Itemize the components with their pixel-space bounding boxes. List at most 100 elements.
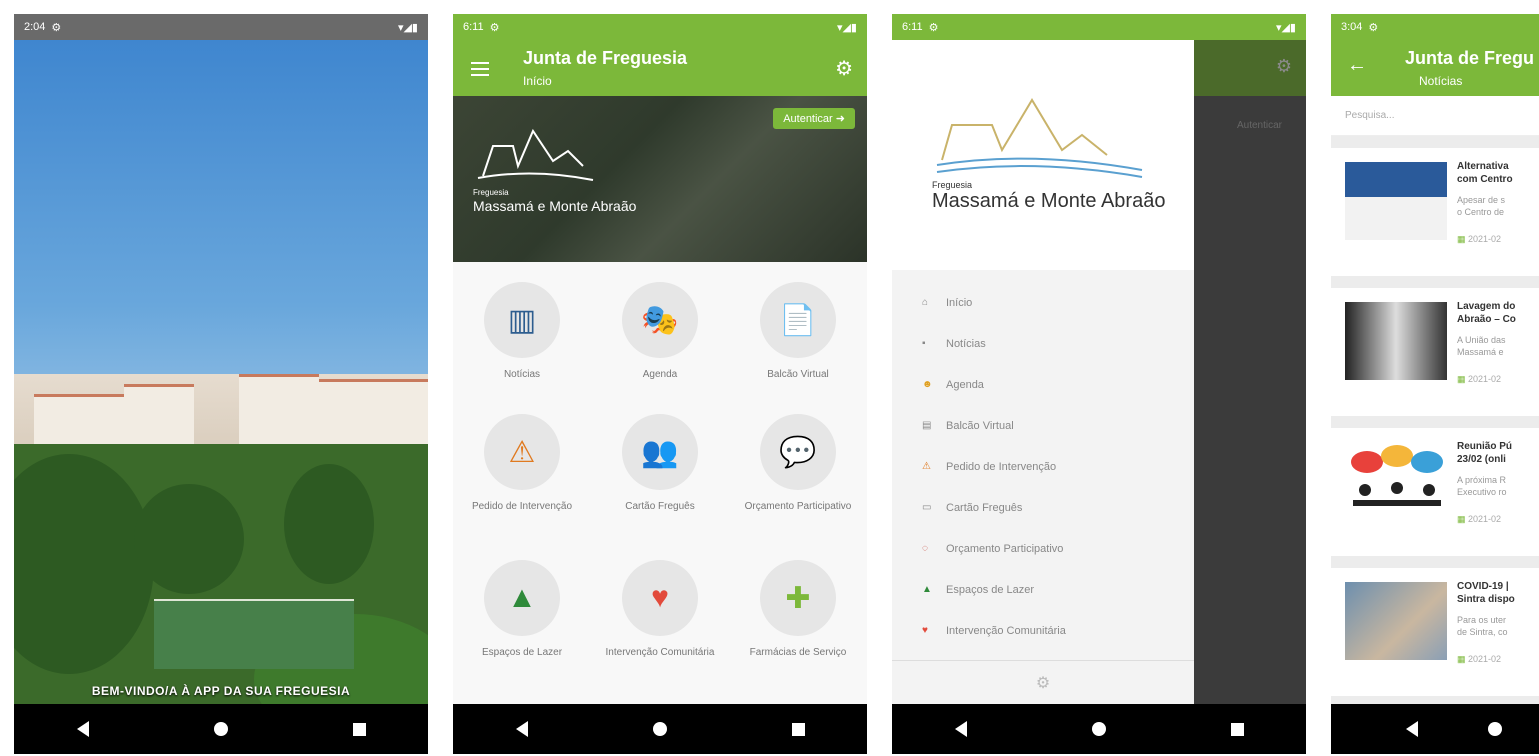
settings-status-icon: ⚙ [489, 21, 500, 34]
news-icon: ▪ [922, 338, 926, 349]
calendar-icon: ▦ [1457, 514, 1466, 524]
menu-item-label: Orçamento Participativo [946, 542, 1064, 555]
status-bar: 6:11 ⚙ ▾◢▮ [892, 14, 1306, 40]
tile-pedido-intervencao[interactable]: ⚠ Pedido de Intervenção [453, 414, 591, 514]
news-card[interactable]: Alternativa com Centro Apesar de s o Cen… [1331, 148, 1539, 276]
news-icon: ▥ [484, 282, 560, 358]
menu-item-label: Cartão Freguês [946, 501, 1023, 514]
tile-balcao-virtual[interactable]: 📄 Balcão Virtual [729, 282, 867, 382]
nav-home-icon[interactable] [213, 722, 228, 736]
dimmed-login-button: Autenticar [1236, 120, 1282, 131]
calendar-icon: ▦ [1457, 374, 1466, 384]
news-date-text: 2021-02 [1468, 654, 1502, 664]
menu-item-label: Notícias [946, 337, 986, 350]
menu-item-balcao-virtual[interactable]: ▤ Balcão Virtual [892, 405, 1194, 446]
nav-recent-icon[interactable] [352, 722, 366, 736]
tree-icon: ▲ [484, 560, 560, 636]
menu-item-espacos-lazer[interactable]: ▲ Espaços de Lazer [892, 569, 1194, 610]
tile-label: Balcão Virtual [767, 369, 829, 380]
tile-espacos-lazer[interactable]: ▲ Espaços de Lazer [453, 560, 591, 660]
nav-back-icon[interactable] [76, 721, 89, 737]
menu-item-orcamento-participativo[interactable]: ◌ Orçamento Participativo [892, 528, 1194, 569]
menu-item-cartao-fregues[interactable]: ▭ Cartão Freguês [892, 487, 1194, 528]
gear-icon: ⚙ [1275, 56, 1292, 76]
android-nav-bar [892, 704, 1306, 754]
news-thumbnail [1345, 442, 1447, 520]
speech-bubble-icon: 💬 [760, 414, 836, 490]
tile-intervencao-comunitaria[interactable]: ♥ Intervenção Comunitária [591, 560, 729, 660]
news-snippet: A próxima R Executivo ro [1457, 475, 1507, 497]
tile-orcamento-participativo[interactable]: 💬 Orçamento Participativo [729, 414, 867, 514]
people-card-icon: 👥 [622, 414, 698, 490]
android-nav-bar [1331, 704, 1539, 754]
menu-item-inicio[interactable]: ⌂ Início [892, 282, 1194, 323]
menu-item-intervencao-comunitaria[interactable]: ♥ Intervenção Comunitária [892, 610, 1194, 651]
drawer-menu: ⌂ Início ▪ Notícias ☻ Agenda ▤ Balcão Virtua… [892, 270, 1194, 651]
status-time: 2:04 [24, 21, 46, 33]
news-thumbnail [1345, 582, 1447, 660]
menu-item-label: Intervenção Comunitária [946, 624, 1066, 637]
news-card[interactable]: Reunião Pú 23/02 (onli A próxima R Execu… [1331, 428, 1539, 556]
news-thumbnail [1345, 302, 1447, 380]
status-time: 6:11 [463, 21, 484, 33]
android-nav-bar [453, 704, 867, 754]
nav-home-icon[interactable] [1488, 722, 1502, 736]
nav-home-icon[interactable] [652, 722, 667, 736]
logo-line2: Massamá e Monte Abraão [932, 190, 1166, 212]
android-nav-bar [14, 704, 428, 754]
news-card[interactable]: Lavagem do Abraão – Co A União das Massa… [1331, 288, 1539, 416]
feature-grid: ▥ Notícias 🎭 Agenda 📄 Balcão Virtual ⚠ Pedid… [453, 262, 867, 704]
tile-farmacias-servico[interactable]: ✚ Farmácias de Serviço [729, 560, 867, 660]
menu-item-noticias[interactable]: ▪ Notícias [892, 323, 1194, 364]
tile-label: Agenda [642, 369, 678, 380]
news-title: Lavagem do Abraão – Co [1457, 301, 1516, 325]
tile-label: Pedido de Intervenção [471, 501, 573, 512]
news-card[interactable]: COVID-19 | Sintra dispo Para os uter de … [1331, 568, 1539, 696]
heart-hand-icon: ♥ [922, 625, 928, 636]
logo-line1: Freguesia [932, 180, 973, 190]
back-arrow-icon[interactable]: ← [1347, 54, 1367, 77]
status-time: 6:11 [902, 21, 923, 33]
home-icon: ⌂ [922, 297, 929, 308]
search-input[interactable]: Pesquisa... [1331, 96, 1539, 136]
menu-item-pedido-intervencao[interactable]: ⚠ Pedido de Intervenção [892, 446, 1194, 487]
news-snippet: Para os uter de Sintra, co [1457, 615, 1508, 637]
banner-image: Autenticar ➜ Freguesia Massamá e Monte A… [453, 96, 867, 262]
nav-back-icon[interactable] [954, 721, 967, 737]
app-subtitle: Início [523, 74, 552, 88]
nav-home-icon[interactable] [1091, 722, 1106, 736]
settings-status-icon: ⚙ [51, 21, 62, 34]
tile-label: Espaços de Lazer [481, 647, 563, 658]
theatre-masks-icon: 🎭 [622, 282, 698, 358]
drawer-settings-icon[interactable]: ⚙ [892, 660, 1194, 704]
menu-icon[interactable] [471, 62, 489, 76]
news-title: Alternativa com Centro [1457, 161, 1513, 185]
news-date-text: 2021-02 [1468, 234, 1502, 244]
tile-label: Cartão Freguês [625, 501, 695, 512]
gear-icon[interactable]: ⚙ [835, 56, 853, 81]
masks-icon: ☻ [922, 379, 933, 390]
tile-cartao-fregues[interactable]: 👥 Cartão Freguês [591, 414, 729, 514]
warning-icon: ⚠ [922, 461, 931, 472]
tile-label: Orçamento Participativo [744, 501, 852, 512]
nav-back-icon[interactable] [515, 721, 528, 737]
menu-item-label: Pedido de Intervenção [946, 460, 1057, 473]
news-date-text: 2021-02 [1468, 374, 1502, 384]
signal-icon: ▾◢▮ [397, 21, 418, 34]
tile-noticias[interactable]: ▥ Notícias [453, 282, 591, 382]
settings-status-icon: ⚙ [1368, 21, 1379, 34]
nav-back-icon[interactable] [1406, 721, 1418, 737]
tile-agenda[interactable]: 🎭 Agenda [591, 282, 729, 382]
nav-recent-icon[interactable] [1230, 722, 1244, 736]
menu-item-agenda[interactable]: ☻ Agenda [892, 364, 1194, 405]
nav-recent-icon[interactable] [791, 722, 805, 736]
news-screen: 3:04 ⚙ ← Junta de Fregu Notícias Pesquis… [1331, 14, 1539, 754]
app-title: Junta de Freguesia [523, 48, 688, 68]
login-button[interactable]: Autenticar ➜ [773, 108, 855, 129]
tile-label: Intervenção Comunitária [605, 647, 715, 658]
app-title: Junta de Fregu [1405, 48, 1535, 68]
app-bar: ← Junta de Fregu Notícias [1331, 40, 1539, 96]
news-date: ▦ 2021-02 [1457, 654, 1501, 665]
drawer-header: Freguesia Massamá e Monte Abraão [892, 40, 1194, 270]
menu-item-label: Balcão Virtual [946, 419, 1014, 432]
